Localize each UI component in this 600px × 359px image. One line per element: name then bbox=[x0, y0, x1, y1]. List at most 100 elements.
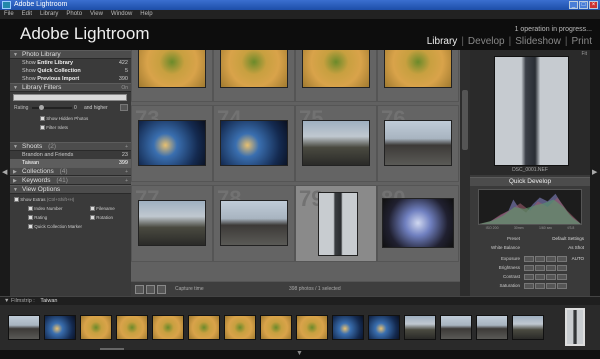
filmstrip-thumb[interactable] bbox=[8, 315, 40, 340]
rotation-option[interactable]: Rotation bbox=[90, 215, 113, 221]
filter-search-input[interactable] bbox=[13, 94, 127, 101]
saturation-buttons[interactable] bbox=[524, 283, 567, 289]
add-collection-button[interactable]: + bbox=[125, 168, 128, 176]
maximize-button[interactable]: □ bbox=[579, 1, 588, 9]
photo-thumbnail[interactable] bbox=[382, 198, 454, 248]
library-previous-import-row[interactable]: Show Previous Import 390 bbox=[10, 75, 131, 83]
checkbox-icon[interactable] bbox=[90, 215, 95, 221]
rating-slider-knob[interactable] bbox=[39, 105, 44, 110]
sort-order-dropdown[interactable]: Capture time bbox=[175, 286, 204, 292]
brightness-buttons[interactable] bbox=[524, 265, 567, 271]
view-options-header[interactable]: ▼ View Options bbox=[10, 185, 131, 194]
index-number-option[interactable]: Index Number bbox=[28, 206, 63, 212]
photo-thumbnail[interactable] bbox=[138, 200, 206, 246]
grid-cell[interactable]: 80 bbox=[377, 185, 459, 262]
add-keyword-button[interactable]: + bbox=[125, 177, 128, 185]
grid-cell[interactable]: 74 bbox=[213, 105, 295, 182]
checkbox-icon[interactable] bbox=[40, 125, 45, 131]
grid-cell[interactable] bbox=[131, 50, 213, 102]
menu-file[interactable]: File bbox=[4, 10, 14, 19]
grid-cell[interactable] bbox=[213, 50, 295, 102]
exposure-buttons[interactable] bbox=[524, 256, 567, 262]
collections-header[interactable]: ▶ Collections (4) + bbox=[10, 167, 131, 176]
filmstrip-thumb[interactable] bbox=[80, 315, 112, 340]
checkbox-icon[interactable] bbox=[90, 206, 95, 212]
filmstrip-thumb[interactable] bbox=[224, 315, 256, 340]
filters-on-toggle[interactable]: On bbox=[121, 84, 128, 92]
filmstrip-thumb-selected[interactable] bbox=[565, 308, 585, 346]
menu-photo[interactable]: Photo bbox=[66, 10, 82, 19]
show-hidden-photos-option[interactable]: Show Hidden Photos bbox=[40, 116, 88, 122]
grid-view-button[interactable] bbox=[135, 285, 144, 294]
grid-scrollbar[interactable] bbox=[460, 50, 470, 296]
module-develop[interactable]: Develop bbox=[468, 36, 505, 47]
photo-thumbnail[interactable] bbox=[302, 50, 370, 88]
library-quick-collection-row[interactable]: Show Quick Collection 5 bbox=[10, 67, 131, 75]
quick-develop-header[interactable]: Quick Develop bbox=[470, 177, 590, 186]
photo-thumbnail[interactable] bbox=[384, 50, 452, 88]
checkbox-icon[interactable] bbox=[40, 116, 45, 122]
module-slideshow[interactable]: Slideshow bbox=[515, 36, 561, 47]
photo-thumbnail[interactable] bbox=[318, 192, 358, 256]
scrollbar-thumb[interactable] bbox=[462, 90, 468, 150]
bottom-panel-toggle[interactable]: ▼ bbox=[0, 350, 600, 359]
add-shoot-button[interactable]: + bbox=[125, 143, 128, 151]
grid-cell[interactable]: 76 bbox=[377, 105, 459, 182]
filmstrip-thumb[interactable] bbox=[152, 315, 184, 340]
right-panel-toggle[interactable]: ▶ bbox=[590, 50, 600, 296]
photo-thumbnail[interactable] bbox=[138, 50, 206, 88]
filmstrip-thumb[interactable] bbox=[368, 315, 400, 340]
rating-option[interactable]: Rating bbox=[28, 215, 47, 221]
shoots-header[interactable]: ▼ Shoots (2) + bbox=[10, 142, 131, 151]
filmstrip-thumb[interactable] bbox=[512, 315, 544, 340]
rating-slider[interactable] bbox=[32, 107, 72, 109]
keywords-header[interactable]: ▶ Keywords (41) + bbox=[10, 176, 131, 185]
compare-view-button[interactable] bbox=[157, 285, 166, 294]
filmstrip-thumb[interactable] bbox=[188, 315, 220, 340]
close-button[interactable]: × bbox=[589, 1, 598, 9]
filmstrip-thumb[interactable] bbox=[332, 315, 364, 340]
minimize-button[interactable]: _ bbox=[569, 1, 578, 9]
collapse-triangle-icon[interactable]: ▼ bbox=[4, 298, 11, 304]
filmstrip-thumb[interactable] bbox=[44, 315, 76, 340]
photo-thumbnail[interactable] bbox=[220, 50, 288, 88]
checkbox-icon[interactable] bbox=[28, 215, 33, 221]
photo-thumbnail[interactable] bbox=[220, 120, 288, 166]
photo-thumbnail[interactable] bbox=[138, 120, 206, 166]
checkbox-icon[interactable] bbox=[14, 197, 19, 203]
checkbox-icon[interactable] bbox=[28, 224, 33, 230]
left-panel-toggle[interactable]: ◀ bbox=[0, 50, 10, 296]
shoot-row-selected[interactable]: Taiwan 399 bbox=[10, 159, 131, 167]
menu-view[interactable]: View bbox=[90, 10, 103, 19]
module-print[interactable]: Print bbox=[571, 36, 592, 47]
library-filters-header[interactable]: ▼ Library Filters On bbox=[10, 83, 131, 92]
photo-thumbnail[interactable] bbox=[384, 120, 452, 166]
navigator-zoom-fit[interactable]: Fit bbox=[581, 51, 587, 57]
contrast-buttons[interactable] bbox=[524, 274, 567, 280]
filmstrip-thumb[interactable] bbox=[440, 315, 472, 340]
filmstrip-folder[interactable]: Taiwan bbox=[40, 298, 57, 304]
grid-cell[interactable]: 77 bbox=[131, 185, 213, 262]
photo-library-header[interactable]: ▼ Photo Library bbox=[10, 50, 131, 59]
filter-islets-option[interactable]: Filter Islets bbox=[40, 125, 68, 131]
filmstrip-thumb[interactable] bbox=[116, 315, 148, 340]
library-entire-row[interactable]: Show Entire Library 422 bbox=[10, 59, 131, 67]
menu-edit[interactable]: Edit bbox=[22, 10, 32, 19]
filmstrip-thumb[interactable] bbox=[476, 315, 508, 340]
module-library[interactable]: Library bbox=[427, 36, 458, 47]
show-extras-option[interactable]: Show Extras (Ctrl+Shift+H) bbox=[14, 197, 74, 203]
grid-cell[interactable]: 73 bbox=[131, 105, 213, 182]
quick-collection-marker-option[interactable]: Quick Collection Marker bbox=[28, 224, 82, 230]
white-balance-dropdown[interactable]: As Shot bbox=[568, 245, 584, 250]
navigator-preview-image[interactable] bbox=[494, 56, 569, 166]
grid-cell[interactable] bbox=[377, 50, 459, 102]
filename-option[interactable]: Filename bbox=[90, 206, 115, 212]
photo-thumbnail[interactable] bbox=[302, 120, 370, 166]
loupe-view-button[interactable] bbox=[146, 285, 155, 294]
filmstrip-thumb[interactable] bbox=[404, 315, 436, 340]
menu-help[interactable]: Help bbox=[140, 10, 152, 19]
filmstrip-thumb[interactable] bbox=[260, 315, 292, 340]
auto-tone-button[interactable]: AUTO bbox=[572, 256, 584, 261]
grid-cell[interactable] bbox=[295, 50, 377, 102]
preset-dropdown[interactable]: Default Settings bbox=[552, 236, 584, 241]
